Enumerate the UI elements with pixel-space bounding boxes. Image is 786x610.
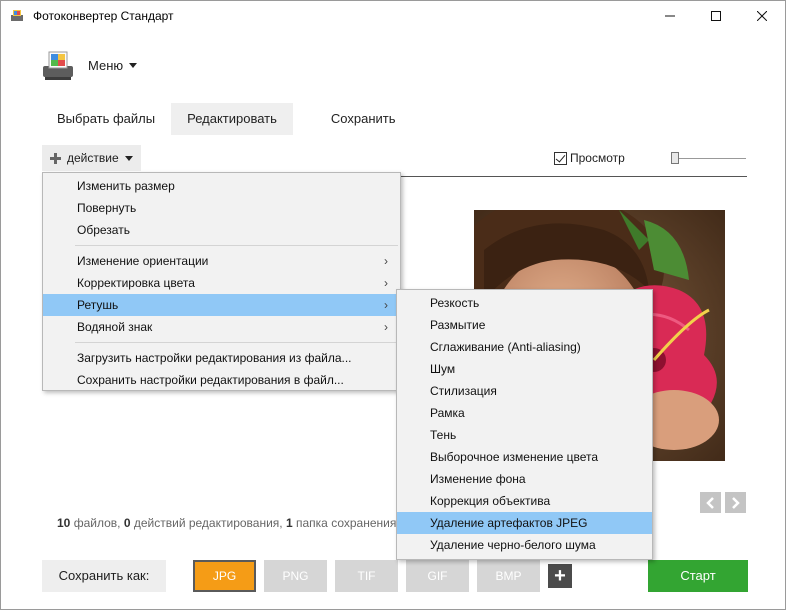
menu-item-label: Водяной знак bbox=[77, 320, 153, 334]
actions-count: 0 bbox=[123, 516, 131, 530]
start-button[interactable]: Старт bbox=[648, 560, 748, 592]
menu-item-label: Сохранить настройки редактирования в фай… bbox=[77, 373, 344, 387]
submenu-item-noise[interactable]: Шум bbox=[397, 358, 652, 380]
menu-item-retouch[interactable]: Ретушь › bbox=[43, 294, 400, 316]
slider-thumb[interactable] bbox=[671, 152, 679, 164]
folders-count: 1 bbox=[285, 516, 293, 530]
close-icon bbox=[757, 11, 767, 21]
menu-item-label: Изменение ориентации bbox=[77, 254, 209, 268]
format-bmp-button[interactable]: BMP bbox=[477, 560, 540, 592]
save-as-label: Сохранить как: bbox=[42, 560, 166, 592]
app-logo bbox=[43, 51, 73, 80]
format-png-button[interactable]: PNG bbox=[264, 560, 327, 592]
submenu-item-blur[interactable]: Размытие bbox=[397, 314, 652, 336]
submenu-item-bw-noise-removal[interactable]: Удаление черно-белого шума bbox=[397, 534, 652, 556]
folders-label: папка сохранения bbox=[296, 516, 397, 530]
chevron-right-icon: › bbox=[384, 254, 388, 268]
title-bar: Фотоконвертер Стандарт bbox=[1, 1, 785, 31]
submenu-item-selective-color[interactable]: Выборочное изменение цвета bbox=[397, 446, 652, 468]
menu-item-save-settings[interactable]: Сохранить настройки редактирования в фай… bbox=[43, 369, 400, 391]
action-menu: Изменить размер Повернуть Обрезать Измен… bbox=[42, 172, 401, 391]
format-tif-button[interactable]: TIF bbox=[335, 560, 398, 592]
format-selector: JPG PNG TIF GIF BMP + bbox=[193, 560, 572, 592]
submenu-item-stylize[interactable]: Стилизация bbox=[397, 380, 652, 402]
menu-item-watermark[interactable]: Водяной знак › bbox=[43, 316, 400, 338]
submenu-item-lens-correction[interactable]: Коррекция объектива bbox=[397, 490, 652, 512]
menu-separator bbox=[75, 342, 398, 343]
tab-edit[interactable]: Редактировать bbox=[171, 103, 293, 135]
submenu-item-background-change[interactable]: Изменение фона bbox=[397, 468, 652, 490]
chevron-right-icon bbox=[732, 496, 740, 509]
menu-separator bbox=[75, 245, 398, 246]
next-image-button[interactable] bbox=[725, 492, 746, 513]
chevron-right-icon: › bbox=[384, 320, 388, 334]
app-icon bbox=[11, 10, 23, 21]
files-label: файлов, bbox=[73, 516, 121, 530]
maximize-button[interactable] bbox=[693, 1, 739, 31]
submenu-item-jpeg-artifact-removal[interactable]: Удаление артефактов JPEG bbox=[397, 512, 652, 534]
plus-icon: + bbox=[554, 565, 566, 587]
add-action-label: действие bbox=[67, 151, 119, 165]
maximize-icon bbox=[711, 11, 721, 21]
actions-label: действий редактирования, bbox=[133, 516, 283, 530]
menu-item-label: Загрузить настройки редактирования из фа… bbox=[77, 351, 352, 365]
plus-icon bbox=[50, 152, 61, 164]
tab-save[interactable]: Сохранить bbox=[315, 103, 412, 135]
app-window: Фотоконвертер Стандарт Меню Выбрать файл… bbox=[0, 0, 786, 610]
menu-item-orientation[interactable]: Изменение ориентации › bbox=[43, 250, 400, 272]
menu-item-load-settings[interactable]: Загрузить настройки редактирования из фа… bbox=[43, 347, 400, 369]
chevron-right-icon: › bbox=[384, 298, 388, 312]
main-menu-button[interactable]: Меню bbox=[88, 58, 138, 73]
main-menu-label: Меню bbox=[88, 58, 124, 73]
add-format-button[interactable]: + bbox=[548, 564, 572, 588]
step-tabs: Выбрать файлы Редактировать Сохранить bbox=[41, 103, 412, 135]
menu-item-label: Обрезать bbox=[77, 223, 130, 237]
retouch-submenu: Резкость Размытие Сглаживание (Anti-alia… bbox=[396, 289, 653, 560]
preview-checkbox[interactable]: Просмотр bbox=[554, 151, 625, 165]
format-jpg-button[interactable]: JPG bbox=[193, 560, 256, 592]
menu-item-label: Изменить размер bbox=[77, 179, 175, 193]
chevron-left-icon bbox=[706, 496, 714, 509]
menu-item-rotate[interactable]: Повернуть bbox=[43, 197, 400, 219]
window-title: Фотоконвертер Стандарт bbox=[33, 9, 174, 23]
status-summary: 10 файлов, 0 действий редактирования, 1 … bbox=[57, 516, 396, 530]
submenu-item-antialiasing[interactable]: Сглаживание (Anti-aliasing) bbox=[397, 336, 652, 358]
submenu-item-frame[interactable]: Рамка bbox=[397, 402, 652, 424]
menu-item-color-correction[interactable]: Корректировка цвета › bbox=[43, 272, 400, 294]
menu-item-label: Ретушь bbox=[77, 298, 119, 312]
chevron-down-icon bbox=[124, 155, 133, 161]
files-count: 10 bbox=[57, 516, 71, 530]
submenu-item-sharpen[interactable]: Резкость bbox=[397, 292, 652, 314]
minimize-icon bbox=[665, 15, 675, 17]
menu-item-resize[interactable]: Изменить размер bbox=[43, 175, 400, 197]
menu-item-label: Корректировка цвета bbox=[77, 276, 195, 290]
zoom-slider[interactable] bbox=[671, 151, 746, 165]
submenu-item-shadow[interactable]: Тень bbox=[397, 424, 652, 446]
format-gif-button[interactable]: GIF bbox=[406, 560, 469, 592]
menu-item-crop[interactable]: Обрезать bbox=[43, 219, 400, 241]
slider-track bbox=[671, 158, 746, 159]
checkbox-checked-icon[interactable] bbox=[554, 151, 567, 165]
menu-item-label: Повернуть bbox=[77, 201, 137, 215]
tab-select-files[interactable]: Выбрать файлы bbox=[41, 103, 171, 135]
chevron-down-icon bbox=[129, 63, 138, 68]
chevron-right-icon: › bbox=[384, 276, 388, 290]
previous-image-button[interactable] bbox=[700, 492, 721, 513]
close-button[interactable] bbox=[739, 1, 785, 31]
add-action-button[interactable]: действие bbox=[42, 145, 141, 171]
image-navigation bbox=[700, 492, 746, 513]
minimize-button[interactable] bbox=[647, 1, 693, 31]
preview-label: Просмотр bbox=[570, 151, 625, 165]
